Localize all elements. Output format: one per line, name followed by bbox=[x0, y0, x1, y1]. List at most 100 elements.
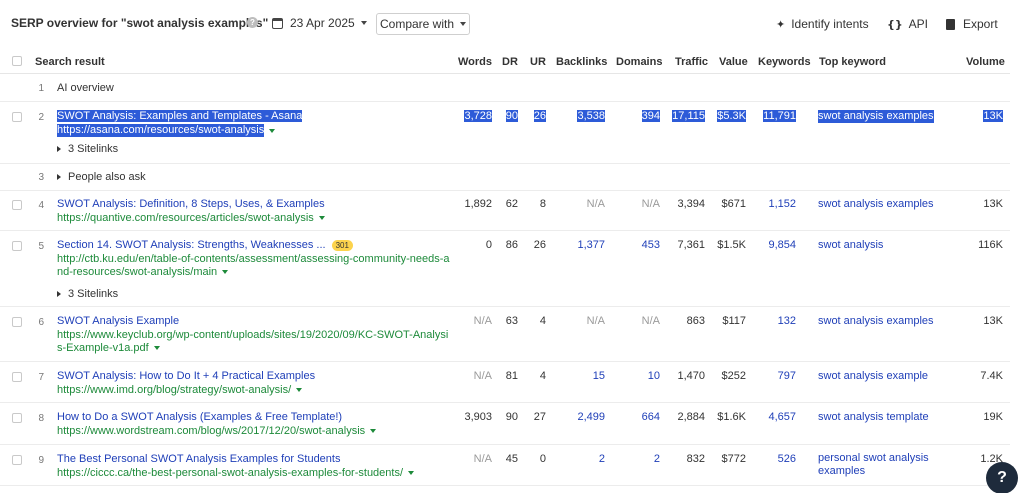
result-url: https://asana.com/resources/swot-analysi… bbox=[57, 124, 265, 136]
position-number: 2 bbox=[38, 112, 44, 123]
dr-value: 81 bbox=[505, 370, 518, 382]
result-url: https://quantive.com/resources/articles/… bbox=[57, 212, 314, 224]
value-value: $772 bbox=[721, 453, 746, 465]
help-icon[interactable]: ? bbox=[247, 17, 258, 28]
words-value: N/A bbox=[473, 315, 492, 327]
result-url-line: nd-resources/swot-analysis/main bbox=[57, 266, 218, 278]
result-url-link[interactable]: https://www.imd.org/blog/strategy/swot-a… bbox=[57, 384, 303, 397]
toolbar: SERP overview for "swot analysis example… bbox=[0, 0, 1024, 48]
result-title-link[interactable]: How to Do a SWOT Analysis (Examples & Fr… bbox=[57, 411, 342, 423]
row-checkbox[interactable] bbox=[12, 317, 22, 327]
col-dr[interactable]: DR bbox=[502, 56, 518, 68]
backlinks-link[interactable]: 2,499 bbox=[577, 411, 605, 423]
result-url-link[interactable]: https://www.wordstream.com/blog/ws/2017/… bbox=[57, 425, 377, 438]
select-all-checkbox[interactable] bbox=[12, 56, 22, 66]
col-words[interactable]: Words bbox=[458, 56, 492, 68]
words-value: 3,728 bbox=[464, 110, 492, 122]
traffic-value: 7,361 bbox=[677, 239, 705, 251]
result-title-link[interactable]: The Best Personal SWOT Analysis Examples… bbox=[57, 453, 340, 465]
keywords-link[interactable]: 132 bbox=[778, 315, 796, 327]
result-url: https://ciccc.ca/the-best-personal-swot-… bbox=[57, 467, 404, 479]
keywords-link[interactable]: 526 bbox=[778, 453, 796, 465]
result-url-link[interactable]: http://ctb.ku.edu/en/table-of-contents/a… bbox=[57, 253, 450, 279]
row-checkbox[interactable] bbox=[12, 241, 22, 251]
keywords-link[interactable]: 797 bbox=[778, 370, 796, 382]
keywords-link[interactable]: 9,854 bbox=[768, 239, 796, 251]
result-title-link[interactable]: SWOT Analysis Example bbox=[57, 315, 179, 327]
domains-link[interactable]: 10 bbox=[648, 370, 660, 382]
ur-value: 26 bbox=[533, 110, 546, 122]
position-number: 6 bbox=[38, 317, 44, 328]
url-menu-icon[interactable] bbox=[318, 216, 325, 221]
col-ur[interactable]: UR bbox=[530, 56, 546, 68]
col-top-keyword[interactable]: Top keyword bbox=[819, 56, 886, 68]
api-button[interactable]: {} API bbox=[887, 17, 928, 31]
sitelinks-toggle[interactable]: 3 Sitelinks bbox=[57, 288, 118, 300]
url-menu-icon[interactable] bbox=[408, 471, 415, 476]
col-keywords[interactable]: Keywords bbox=[758, 56, 811, 68]
col-traffic[interactable]: Traffic bbox=[675, 56, 708, 68]
keywords-link[interactable]: 1,152 bbox=[768, 198, 796, 210]
row-checkbox[interactable] bbox=[12, 372, 22, 382]
url-menu-icon[interactable] bbox=[370, 429, 377, 434]
top-keyword-link[interactable]: swot analysis bbox=[818, 239, 883, 252]
ur-value: 4 bbox=[539, 370, 546, 382]
dr-value: 90 bbox=[505, 411, 518, 423]
result-title-link[interactable]: SWOT Analysis: Examples and Templates - … bbox=[57, 110, 303, 122]
domains-link[interactable]: 394 bbox=[641, 110, 660, 122]
compare-with-button[interactable]: Compare with bbox=[376, 13, 470, 35]
dr-value: 63 bbox=[505, 315, 518, 327]
keywords-link[interactable]: 4,657 bbox=[768, 411, 796, 423]
backlinks-link[interactable]: 1,377 bbox=[577, 239, 605, 251]
top-keyword-link[interactable]: swot analysis example bbox=[818, 370, 928, 383]
position-number: 7 bbox=[38, 372, 44, 383]
serp-feature-label: AI overview bbox=[57, 82, 114, 94]
result-url-link[interactable]: https://ciccc.ca/the-best-personal-swot-… bbox=[57, 467, 415, 480]
dr-value: 62 bbox=[505, 198, 518, 210]
url-menu-icon[interactable] bbox=[296, 388, 303, 393]
compare-label: Compare with bbox=[379, 17, 455, 31]
domains-link[interactable]: 453 bbox=[642, 239, 660, 251]
backlinks-link[interactable]: 3,538 bbox=[577, 110, 605, 122]
row-checkbox[interactable] bbox=[12, 200, 22, 210]
top-keyword-link[interactable]: swot analysis examples bbox=[818, 315, 934, 328]
backlinks-link[interactable]: 15 bbox=[593, 370, 605, 382]
position-number: 1 bbox=[38, 83, 44, 94]
volume-value: 13K bbox=[983, 198, 1003, 210]
col-search-result[interactable]: Search result bbox=[35, 56, 105, 68]
keywords-link[interactable]: 11,791 bbox=[763, 110, 796, 122]
volume-value: 19K bbox=[983, 411, 1003, 423]
result-url-link[interactable]: https://asana.com/resources/swot-analysi… bbox=[57, 124, 265, 137]
row-checkbox[interactable] bbox=[12, 455, 22, 465]
col-domains[interactable]: Domains bbox=[616, 56, 662, 68]
result-url-link[interactable]: https://www.keyclub.org/wp-content/uploa… bbox=[57, 329, 448, 355]
row-checkbox[interactable] bbox=[12, 413, 22, 423]
people-also-ask-toggle[interactable]: People also ask bbox=[57, 171, 146, 183]
url-menu-icon[interactable] bbox=[222, 270, 229, 275]
url-menu-icon[interactable] bbox=[269, 129, 275, 133]
domains-link[interactable]: 2 bbox=[654, 453, 660, 465]
top-keyword-link[interactable]: swot analysis examples bbox=[818, 110, 934, 123]
result-title: Section 14. SWOT Analysis: Strengths, We… bbox=[57, 239, 326, 251]
sitelinks-toggle[interactable]: 3 Sitelinks bbox=[57, 143, 118, 155]
url-menu-icon[interactable] bbox=[153, 346, 160, 351]
export-button[interactable]: Export bbox=[946, 17, 998, 31]
col-volume[interactable]: Volume bbox=[966, 56, 1005, 68]
top-keyword-link[interactable]: personal swot analysis examples bbox=[818, 452, 929, 478]
result-title-link[interactable]: SWOT Analysis: How to Do It + 4 Practica… bbox=[57, 370, 315, 382]
result-title-link[interactable]: SWOT Analysis: Definition, 8 Steps, Uses… bbox=[57, 198, 325, 210]
help-chat-button[interactable]: ? bbox=[986, 462, 1018, 493]
date-picker[interactable]: 23 Apr 2025 bbox=[272, 16, 367, 30]
row-checkbox[interactable] bbox=[12, 112, 22, 122]
top-keyword-link[interactable]: swot analysis examples bbox=[818, 198, 934, 211]
domains-link[interactable]: 664 bbox=[642, 411, 660, 423]
top-keyword-link[interactable]: swot analysis template bbox=[818, 411, 929, 424]
value-value: $252 bbox=[721, 370, 746, 382]
col-backlinks[interactable]: Backlinks bbox=[556, 56, 607, 68]
table-row: 5 Section 14. SWOT Analysis: Strengths, … bbox=[0, 232, 1010, 307]
result-url-link[interactable]: https://quantive.com/resources/articles/… bbox=[57, 212, 325, 225]
col-value[interactable]: Value bbox=[719, 56, 748, 68]
result-title-link[interactable]: Section 14. SWOT Analysis: Strengths, We… bbox=[57, 239, 353, 251]
identify-intents-button[interactable]: ✦ Identify intents bbox=[776, 17, 869, 31]
backlinks-link[interactable]: 2 bbox=[599, 453, 605, 465]
